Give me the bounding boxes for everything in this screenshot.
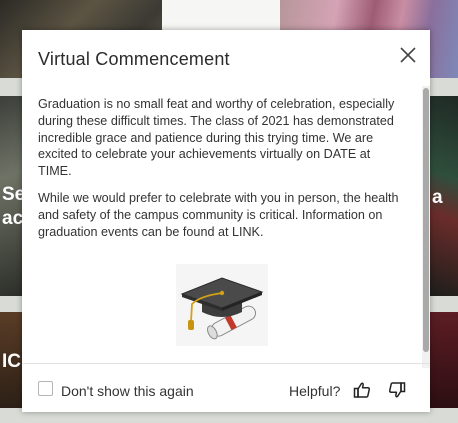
thumbs-down-icon <box>388 382 406 398</box>
body-paragraph: Graduation is no small feat and worthy o… <box>38 97 395 179</box>
background-tile-text: ac <box>2 208 24 229</box>
thumbs-down-button[interactable] <box>388 381 406 399</box>
popup-body: Graduation is no small feat and worthy o… <box>38 96 402 362</box>
background-tile-text: a <box>432 187 443 208</box>
background-tile-text: IC <box>2 351 21 372</box>
thumbs-up-button[interactable] <box>353 381 371 399</box>
close-icon <box>400 47 416 63</box>
thumbs-up-icon <box>353 382 371 398</box>
graduation-cap-icon <box>180 277 264 340</box>
background-tile <box>162 0 280 30</box>
footer-divider <box>22 363 430 364</box>
body-paragraph: While we would prefer to celebrate with … <box>38 190 399 239</box>
helpful-label: Helpful? <box>289 383 341 399</box>
graduation-illustration <box>176 264 268 346</box>
background-tile <box>430 312 458 408</box>
scrollbar[interactable] <box>422 86 430 368</box>
scrollbar-thumb[interactable] <box>423 88 429 352</box>
popup-title: Virtual Commencement <box>38 49 230 69</box>
commencement-popup: Virtual Commencement Graduation is no sm… <box>22 30 430 412</box>
close-button[interactable] <box>398 45 418 65</box>
dont-show-label: Don't show this again <box>61 383 194 399</box>
dont-show-checkbox[interactable] <box>38 381 53 396</box>
